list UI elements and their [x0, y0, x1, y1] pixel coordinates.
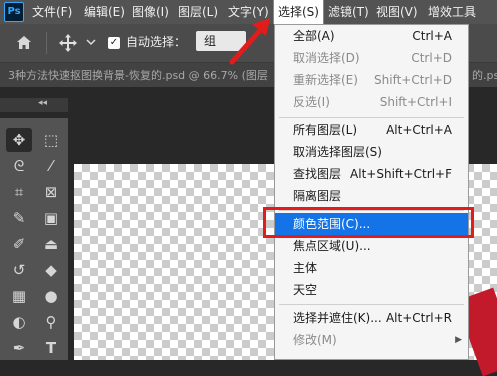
annotation-arrow-icon [229, 18, 270, 65]
